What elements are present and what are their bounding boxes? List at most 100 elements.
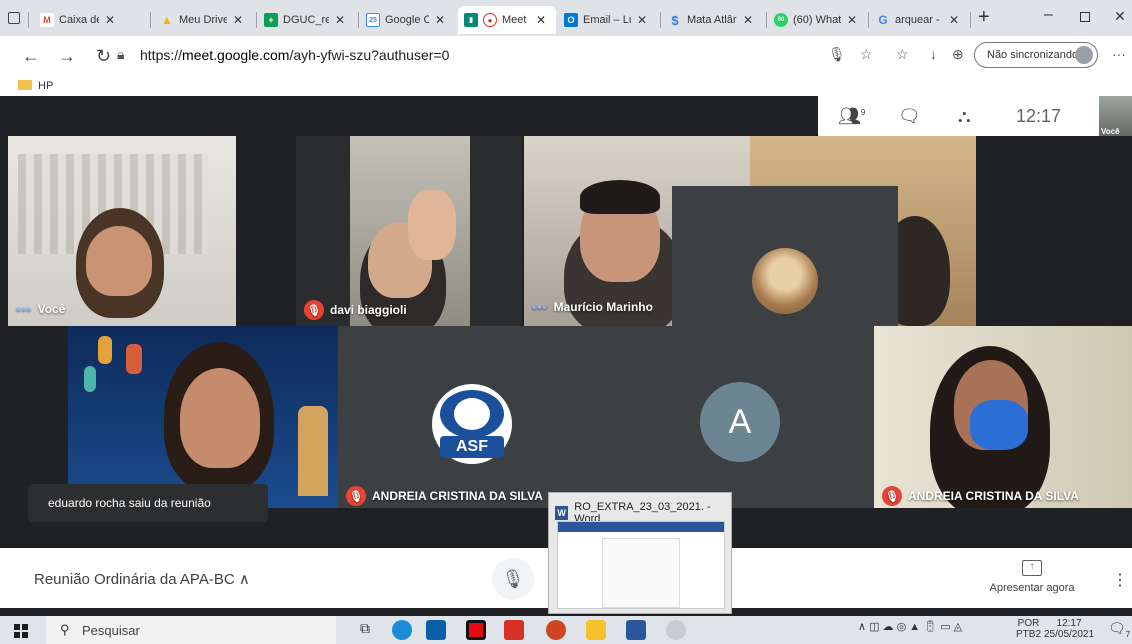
close-icon[interactable]: ✕ <box>105 13 115 27</box>
asf-logo: ASF <box>432 384 512 464</box>
task-view-icon[interactable]: ⧉ <box>360 620 380 640</box>
participant-name-davi: 🎙︎ davi biaggioli <box>304 300 407 320</box>
file-explorer-icon[interactable] <box>586 620 606 640</box>
windows-start-icon[interactable] <box>14 624 28 638</box>
lock-icon[interactable]: 🔒︎ <box>117 46 124 63</box>
video-tile-self[interactable]: ••• Você <box>8 136 236 326</box>
asf-logo-inner <box>454 398 490 430</box>
edge-icon[interactable] <box>392 620 412 640</box>
language-indicator[interactable]: POR PTB2 <box>1016 618 1041 640</box>
video-tile-asf[interactable]: ASF 🎙︎ ANDREIA CRISTINA DA SILVA <box>338 326 606 508</box>
forward-button[interactable]: → <box>58 46 76 67</box>
participant-name-andreia-2: 🎙︎ ANDREIA CRISTINA DA SILVA <box>882 486 1079 506</box>
microphone-button[interactable]: 🎙︎ <box>492 558 534 600</box>
sync-button[interactable]: Não sincronizando <box>974 42 1098 68</box>
sync-label: Não sincronizando <box>987 49 1079 61</box>
close-icon[interactable]: ✕ <box>637 13 647 27</box>
tab-meet[interactable]: ▮ ● Meet ✕ <box>458 6 556 34</box>
tab-whatsapp[interactable]: 60 (60) Whats ✕ <box>768 6 866 34</box>
close-icon[interactable]: ✕ <box>233 13 243 27</box>
minimize-button[interactable]: – <box>1044 6 1053 24</box>
close-icon[interactable]: ✕ <box>435 13 445 27</box>
tab-calendar[interactable]: 25 Google Ca ✕ <box>360 6 456 34</box>
present-now-button[interactable]: ↑ Apresentar agora <box>986 560 1078 594</box>
mic-off-icon: 🎙︎ <box>304 300 324 320</box>
tab-drive[interactable]: ▲ Meu Drive ✕ <box>154 6 254 34</box>
meet-clock: 12:17 <box>1016 106 1062 126</box>
video-tile-davi[interactable]: 🎙︎ davi biaggioli <box>296 136 522 326</box>
favorites-icon[interactable]: ☆ <box>896 46 909 63</box>
whatsapp-icon: 60 <box>774 13 788 27</box>
more-options-icon[interactable]: ⋮ <box>1112 570 1128 590</box>
downloads-icon[interactable]: ↓ <box>930 46 937 62</box>
present-icon: ↑ <box>1022 560 1042 576</box>
participant-name-mauricio: ••• Maurício Marinho <box>532 300 653 314</box>
word-icon: W <box>555 506 569 520</box>
system-tray[interactable]: ∧ ◫ ☁ ◎ ▲ 🔋︎ ▭ ◬ <box>858 620 962 633</box>
refresh-button[interactable]: ↻ <box>96 46 111 67</box>
tab-label: Google Ca <box>385 14 429 26</box>
participant-face <box>180 368 260 468</box>
word-page <box>602 538 680 608</box>
taskbar-search[interactable]: ⚲ Pesquisar <box>46 616 336 644</box>
powerpoint-icon[interactable] <box>546 620 566 640</box>
video-tile-andreia-2[interactable]: 🎙︎ ANDREIA CRISTINA DA SILVA <box>874 326 1132 508</box>
collections-icon[interactable]: ⊕ <box>952 46 964 63</box>
bookmark-folder-hp[interactable]: HP <box>38 80 53 92</box>
participants-icon[interactable]: 👥︎9 <box>838 106 865 127</box>
word-document-thumbnail <box>557 521 725 609</box>
close-icon[interactable]: ✕ <box>847 13 857 27</box>
word-taskbar-icon[interactable] <box>626 620 646 640</box>
close-icon[interactable]: ✕ <box>335 13 345 27</box>
folder-icon <box>18 80 32 90</box>
tab-label: Meet <box>502 14 527 26</box>
speaking-indicator-icon: ••• <box>16 302 32 316</box>
video-tile-letter-avatar[interactable]: A <box>606 326 874 508</box>
page-icon: $ <box>671 12 679 28</box>
more-menu-icon[interactable]: ··· <box>1112 46 1126 62</box>
close-icon[interactable]: ✕ <box>536 13 546 27</box>
new-tab-button[interactable]: + <box>978 6 990 29</box>
acrobat-icon[interactable] <box>504 620 524 640</box>
name-label: Maurício Marinho <box>553 300 653 314</box>
mail-icon[interactable] <box>426 620 446 640</box>
tab-mata-atlantica[interactable]: $ Mata Atlâr ✕ <box>662 6 764 34</box>
tab-google-search[interactable]: G arquear - F ✕ <box>870 6 968 34</box>
tab-gmail[interactable]: M Caixa de e ✕ <box>34 6 146 34</box>
close-window-button[interactable]: ✕ <box>1114 8 1126 25</box>
restore-button[interactable] <box>1080 12 1090 22</box>
network-app-icon[interactable] <box>666 620 686 640</box>
tab-label: arquear - F <box>895 14 943 26</box>
tab-email[interactable]: O Email – Lu ✕ <box>558 6 658 34</box>
video-tile-lanterns[interactable] <box>68 326 338 508</box>
tab-actions-icon[interactable] <box>8 12 20 24</box>
close-icon[interactable]: ✕ <box>743 13 753 27</box>
letter-avatar: A <box>700 382 780 462</box>
mic-off-icon: 🎙︎ <box>346 486 366 506</box>
url-scheme: https:// <box>140 47 183 63</box>
favorites-bar: HP <box>0 76 1132 96</box>
tab-sheets[interactable]: + DGUC_rela ✕ <box>258 6 356 34</box>
close-icon[interactable]: ✕ <box>949 13 959 27</box>
chat-icon[interactable]: 🗨︎ <box>898 106 921 127</box>
url-field[interactable]: https://meet.google.com/ayh-yfwi-szu?aut… <box>140 47 449 63</box>
meeting-details-button[interactable]: Reunião Ordinária da APA-BC ∧ <box>34 570 250 588</box>
back-button[interactable]: ← <box>22 46 40 67</box>
taskbar-clock[interactable]: 12:17 25/05/2021 <box>1044 618 1094 640</box>
word-window-preview[interactable]: W RO_EXTRA_23_03_2021. - Word <box>548 492 732 614</box>
calendar-icon: 25 <box>366 13 380 27</box>
participant-face <box>86 226 152 296</box>
netflix-icon[interactable] <box>466 620 486 640</box>
waving-hand <box>408 190 456 260</box>
add-favorite-icon[interactable]: ☆ <box>860 46 873 63</box>
search-placeholder: Pesquisar <box>82 622 140 638</box>
notifications-icon[interactable]: 🗨︎7 <box>1108 620 1130 639</box>
microphone-permission-icon[interactable]: 🎙︎ <box>828 46 846 63</box>
taskbar-time: 12:17 <box>1056 618 1082 629</box>
word-ribbon <box>558 522 724 532</box>
participant-left-toast: eduardo rocha saiu da reunião <box>28 484 268 522</box>
video-tile-photo-avatar[interactable] <box>672 186 898 328</box>
tab-label: Caixa de e <box>59 14 99 26</box>
activities-icon[interactable]: ⛬ <box>958 106 971 127</box>
self-view-thumbnail[interactable]: Você <box>1099 96 1132 140</box>
